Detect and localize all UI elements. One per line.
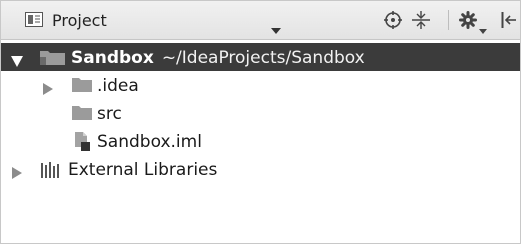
tree-root-sandbox[interactable]: Sandbox ~/IdeaProjects/Sandbox bbox=[1, 43, 520, 71]
tree-item-sandbox-iml[interactable]: Sandbox.iml bbox=[1, 127, 520, 155]
libraries-icon bbox=[41, 162, 63, 182]
expand-arrow-down-icon[interactable] bbox=[11, 52, 23, 71]
expand-arrow-right-icon[interactable] bbox=[43, 80, 53, 99]
toolbar-separator bbox=[448, 10, 449, 30]
tool-window-header: Project bbox=[1, 1, 520, 40]
hide-icon[interactable] bbox=[501, 11, 517, 33]
project-view-icon bbox=[25, 12, 43, 27]
tree-item-label: src bbox=[97, 104, 122, 124]
tree-item-idea[interactable]: .idea bbox=[1, 71, 520, 99]
tree-item-label: Sandbox.iml bbox=[97, 132, 202, 152]
project-tool-window: Project Sandbox ~/IdeaProjects/Sandbox .… bbox=[0, 0, 521, 244]
module-file-icon bbox=[72, 132, 92, 155]
tree-item-external-libraries[interactable]: External Libraries bbox=[1, 155, 520, 183]
tree-item-label: External Libraries bbox=[68, 160, 218, 180]
view-selector-label[interactable]: Project bbox=[52, 11, 107, 30]
dropdown-caret-icon[interactable] bbox=[271, 19, 281, 38]
tree-item-label: .idea bbox=[97, 76, 139, 96]
root-label: Sandbox ~/IdeaProjects/Sandbox bbox=[71, 48, 365, 68]
module-folder-icon bbox=[40, 49, 65, 69]
gear-dropdown-caret-icon[interactable] bbox=[479, 19, 487, 38]
gear-icon[interactable] bbox=[459, 11, 477, 33]
expand-arrow-right-icon[interactable] bbox=[12, 164, 22, 183]
root-path: ~/IdeaProjects/Sandbox bbox=[161, 48, 365, 68]
scroll-from-source-icon[interactable] bbox=[384, 11, 402, 33]
folder-icon bbox=[72, 77, 92, 96]
collapse-all-icon[interactable] bbox=[412, 11, 430, 33]
root-name: Sandbox bbox=[71, 48, 154, 68]
folder-icon bbox=[72, 105, 92, 124]
tree-item-src[interactable]: src bbox=[1, 99, 520, 127]
